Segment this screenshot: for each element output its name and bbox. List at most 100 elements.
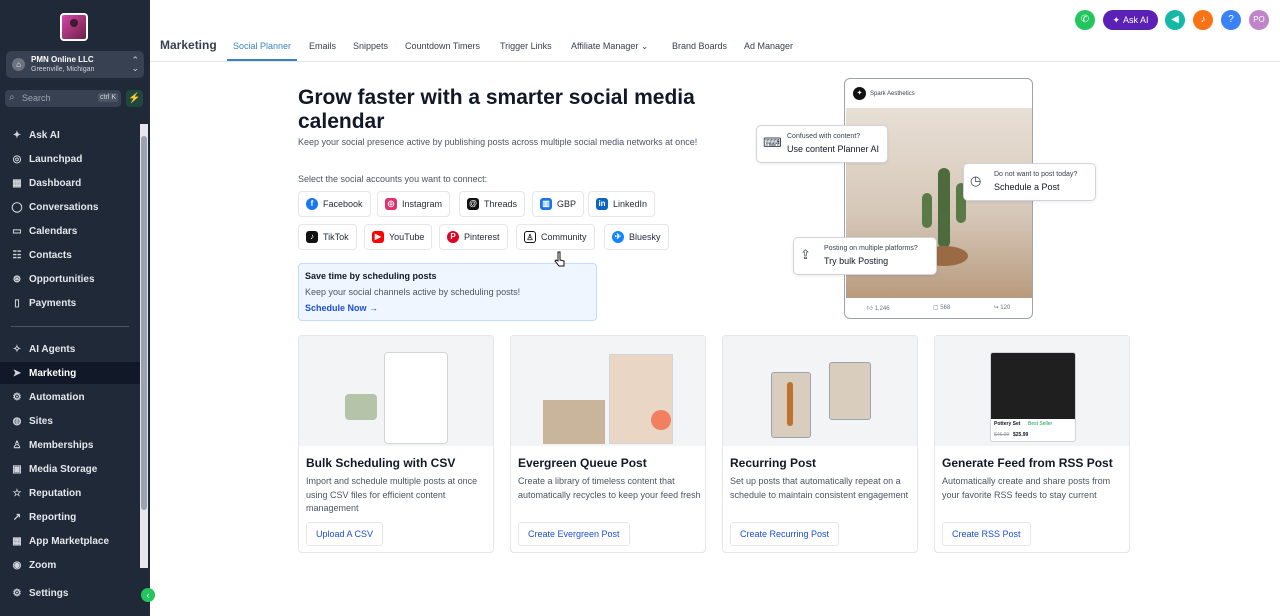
chip-label: GBP <box>557 199 577 209</box>
connect-linkedin-button[interactable]: in LinkedIn <box>588 191 656 217</box>
sidebar-item-ai-agents[interactable]: ✧ AI Agents <box>0 338 140 360</box>
fruit-image <box>651 410 671 430</box>
tab-social-planner[interactable]: Social Planner <box>233 41 291 51</box>
sidebar-item-label: AI Agents <box>29 343 76 355</box>
sidebar-item-reputation[interactable]: ☆ Reputation <box>0 482 140 504</box>
mockup-brand: Spark Aesthetics <box>870 90 915 97</box>
sidebar-item-dashboard[interactable]: ▦ Dashboard <box>0 172 140 194</box>
send-icon: ➤ <box>12 367 22 379</box>
card-description: Automatically create and share posts fro… <box>942 476 1111 500</box>
help-icon[interactable]: ? <box>1221 10 1241 30</box>
schedule-now-link[interactable]: Schedule Now → <box>305 303 378 313</box>
schedule-post-callout: ◷ Do not want to post today? Schedule a … <box>963 163 1096 201</box>
tab-label: Affiliate Manager <box>571 41 639 51</box>
connect-youtube-button[interactable]: ▶ YouTube <box>364 224 433 250</box>
sidebar-item-label: Contacts <box>29 249 72 261</box>
gbp-icon: ▥ <box>540 198 552 210</box>
sidebar-item-zoom[interactable]: ◉ Zoom <box>0 554 140 576</box>
grid-icon: ▦ <box>12 177 22 189</box>
tab-countdown-timers[interactable]: Countdown Timers <box>405 41 480 51</box>
chip-label: Community <box>541 232 587 242</box>
chip-label: YouTube <box>389 232 425 242</box>
shares-count: ↪ 120 <box>994 304 1011 312</box>
tab-ad-manager[interactable]: Ad Manager <box>744 41 793 51</box>
upload-csv-button[interactable]: Upload A CSV <box>306 522 384 546</box>
sidebar-item-memberships[interactable]: ♙ Memberships <box>0 434 140 456</box>
sidebar-item-sites[interactable]: ◍ Sites <box>0 410 140 432</box>
sidebar-scrollbar-thumb[interactable] <box>141 136 147 510</box>
sidebar-item-launchpad[interactable]: ◎ Launchpad <box>0 148 140 170</box>
evergreen-illustration <box>511 336 705 446</box>
sidebar-item-contacts[interactable]: ☷ Contacts <box>0 244 140 266</box>
sidebar-item-reporting[interactable]: ↗ Reporting <box>0 506 140 528</box>
sidebar-item-opportunities[interactable]: ⊛ Opportunities <box>0 268 140 290</box>
sidebar: ⌂ PMN Online LLC Greenville, Michigan ⌃ ⌄… <box>0 0 150 616</box>
community-icon: ♙ <box>524 231 536 243</box>
sidebar-search[interactable]: ⌕ Search ctrl K <box>5 90 121 107</box>
tab-snippets[interactable]: Snippets <box>353 41 388 51</box>
connect-community-button[interactable]: ♙ Community <box>516 224 595 250</box>
announcement-icon[interactable]: ◀ <box>1165 10 1185 30</box>
sidebar-item-conversations[interactable]: ◯ Conversations <box>0 196 140 218</box>
sidebar-item-label: Payments <box>29 297 77 309</box>
sidebar-item-label: Settings <box>29 587 69 599</box>
photo-tile <box>829 362 871 420</box>
mockup-header: ✦ Spark Aesthetics <box>853 87 915 100</box>
contacts-icon: ☷ <box>12 249 22 261</box>
sidebar-item-label: Media Storage <box>29 463 98 475</box>
connect-facebook-button[interactable]: f Facebook <box>298 191 371 217</box>
sidebar-item-payments[interactable]: ▯ Payments <box>0 292 140 314</box>
sidebar-item-label: Sites <box>29 415 53 427</box>
product-name: Pottery Set <box>994 421 1021 427</box>
connect-pinterest-button[interactable]: P Pinterest <box>439 224 508 250</box>
account-location: Greenville, Michigan <box>31 66 95 73</box>
sidebar-item-media-storage[interactable]: ▣ Media Storage <box>0 458 140 480</box>
ask-ai-button[interactable]: ✦ Ask AI <box>1103 10 1158 30</box>
chevron-updown-icon: ⌃ ⌄ <box>131 55 139 73</box>
create-rss-post-button[interactable]: Create RSS Post <box>942 522 1031 546</box>
tiktok-icon: ♪ <box>306 231 318 243</box>
quick-action-bolt-icon[interactable]: ⚡ <box>126 90 143 107</box>
comments-count: ▢ 568 <box>933 304 950 312</box>
sidebar-item-marketing[interactable]: ➤ Marketing <box>0 362 140 384</box>
connect-gbp-button[interactable]: ▥ GBP <box>532 191 585 217</box>
company-logo[interactable] <box>60 13 88 41</box>
sidebar-item-ask-ai[interactable]: ✦ Ask AI <box>0 124 140 146</box>
bell-icon[interactable]: ♪ <box>1193 10 1213 30</box>
callout-action: Use content Planner AI <box>787 144 880 154</box>
account-switcher[interactable]: ⌂ PMN Online LLC Greenville, Michigan ⌃ ⌄ <box>6 51 144 78</box>
sidebar-item-label: Opportunities <box>29 273 95 285</box>
linkedin-icon: in <box>596 198 608 210</box>
sparkle-icon: ✦ <box>12 129 22 141</box>
page-title: Grow faster with a smarter social media … <box>298 86 695 133</box>
callout-question: Posting on multiple platforms? <box>824 245 918 252</box>
connect-instagram-button[interactable]: ◎ Instagram <box>377 191 451 217</box>
sidebar-item-calendars[interactable]: ▭ Calendars <box>0 220 140 242</box>
connect-tiktok-button[interactable]: ♪ TikTok <box>298 224 357 250</box>
sidebar-item-label: App Marketplace <box>29 535 110 547</box>
apps-icon: ▦ <box>12 535 22 547</box>
create-evergreen-post-button[interactable]: Create Evergreen Post <box>518 522 630 546</box>
tab-trigger-links[interactable]: Trigger Links <box>500 41 552 51</box>
callout-action: Try bulk Posting <box>824 256 889 266</box>
sidebar-item-app-marketplace[interactable]: ▦ App Marketplace <box>0 530 140 552</box>
tab-brand-boards[interactable]: Brand Boards <box>672 41 727 51</box>
chart-icon: ↗ <box>12 511 22 523</box>
sidebar-item-settings[interactable]: ⚙ Settings <box>0 582 140 604</box>
upload-icon: ⇪ <box>800 247 811 262</box>
arrow-right-icon: → <box>369 303 379 313</box>
callout-question: Do not want to post today? <box>994 171 1078 178</box>
avatar[interactable]: PO <box>1249 10 1269 30</box>
create-recurring-post-button[interactable]: Create Recurring Post <box>730 522 840 546</box>
collapse-sidebar-icon[interactable]: ‹ <box>141 588 155 602</box>
tab-emails[interactable]: Emails <box>309 41 336 51</box>
sidebar-item-label: Dashboard <box>29 177 82 189</box>
sidebar-item-label: Reputation <box>29 487 82 499</box>
phone-icon[interactable]: ✆ <box>1075 10 1095 30</box>
connect-threads-button[interactable]: @ Threads <box>459 191 526 217</box>
sidebar-item-automation[interactable]: ⚙ Automation <box>0 386 140 408</box>
connect-bluesky-button[interactable]: ✈ Bluesky <box>604 224 669 250</box>
tab-affiliate-manager[interactable]: Affiliate Manager ⌄ <box>571 41 648 52</box>
brand-logo-icon: ✦ <box>853 87 866 100</box>
calendar-icon: ▭ <box>12 225 22 237</box>
